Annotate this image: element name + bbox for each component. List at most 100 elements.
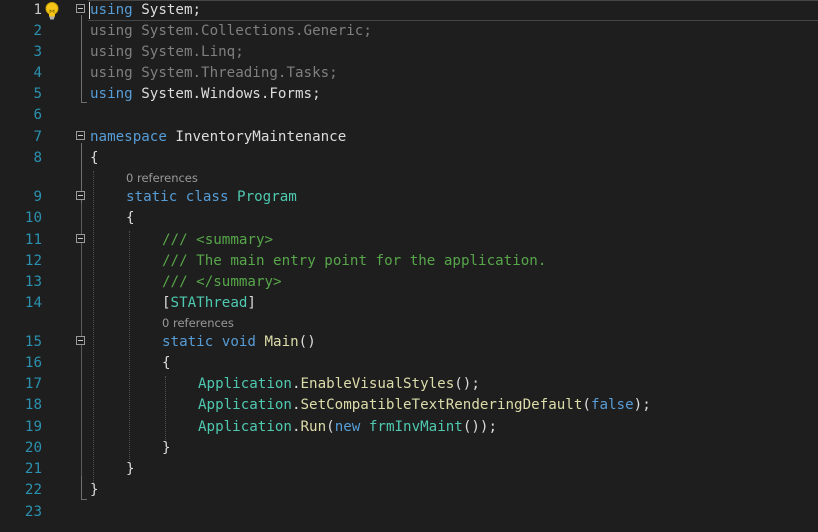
code-line-15[interactable]: 15 static void Main() — [0, 332, 818, 353]
code-text: } — [90, 482, 99, 498]
type-name: Program — [237, 189, 297, 205]
code-line-16[interactable]: 16 { — [0, 353, 818, 374]
line-number: 12 — [24, 253, 42, 269]
code-text: ( — [582, 397, 591, 413]
line-number: 17 — [24, 376, 42, 392]
collapse-icon[interactable] — [76, 131, 85, 140]
line-number: 9 — [33, 189, 42, 205]
codelens-row: 0 references — [0, 314, 818, 332]
keyword: false — [590, 397, 634, 413]
comment: /// — [162, 232, 197, 248]
keyword: using — [90, 23, 133, 39]
code-line-12[interactable]: 12 /// The main entry point for the appl… — [0, 251, 818, 272]
line-number: 3 — [33, 44, 42, 60]
code-line-14[interactable]: 14 [STAThread] — [0, 293, 818, 314]
line-number: 23 — [24, 504, 42, 520]
code-text: ()); — [462, 419, 497, 435]
attribute-name: STAThread — [170, 295, 248, 311]
type-name: Application — [198, 376, 292, 392]
type-name: Application — [198, 397, 292, 413]
keyword: using — [90, 2, 133, 18]
code-line-6[interactable]: 6 — [0, 105, 818, 126]
keyword: static — [126, 189, 178, 205]
code-text: { — [162, 355, 171, 371]
collapse-icon[interactable] — [76, 4, 85, 13]
code-text: ] — [247, 295, 256, 311]
keyword: using — [90, 44, 133, 60]
code-line-7[interactable]: 7 namespace InventoryMaintenance — [0, 127, 818, 148]
code-text: System; — [132, 2, 202, 18]
code-line-9[interactable]: 9 static class Program — [0, 187, 818, 208]
keyword: void — [213, 334, 265, 350]
code-line-19[interactable]: 19 Application.Run(new frmInvMaint()); — [0, 417, 818, 438]
code-text: System.Linq; — [132, 44, 244, 60]
method-name: Main — [264, 334, 299, 350]
text-cursor — [89, 2, 90, 19]
codelens-references[interactable]: 0 references — [126, 169, 198, 187]
code-line-18[interactable]: 18 Application.SetCompatibleTextRenderin… — [0, 395, 818, 416]
method-name: EnableVisualStyles — [300, 376, 455, 392]
line-number: 20 — [24, 440, 42, 456]
line-number: 11 — [24, 232, 42, 248]
comment: <summary> — [196, 232, 274, 248]
code-text: ); — [633, 397, 651, 413]
code-line-17[interactable]: 17 Application.EnableVisualStyles(); — [0, 374, 818, 395]
type-name: frmInvMaint — [368, 419, 463, 435]
code-text: } — [162, 440, 171, 456]
code-text: } — [126, 461, 135, 477]
code-text: System.Threading.Tasks; — [132, 65, 338, 81]
keyword: using — [90, 65, 133, 81]
code-line-1[interactable]: 1 using System; — [0, 0, 818, 21]
collapse-icon[interactable] — [76, 191, 85, 200]
comment: /// The main entry point for the applica… — [162, 253, 547, 269]
line-number: 10 — [24, 210, 42, 226]
code-text: () — [298, 334, 316, 350]
code-line-3[interactable]: 3 using System.Linq; — [0, 42, 818, 63]
keyword: namespace — [90, 129, 167, 145]
lightbulb-icon[interactable] — [43, 1, 61, 21]
keyword: static — [162, 334, 214, 350]
code-text: (); — [454, 376, 480, 392]
code-editor[interactable]: 1 using System; 2 using System.Collectio… — [0, 0, 818, 532]
method-name: Run — [300, 419, 327, 435]
line-number: 19 — [24, 419, 42, 435]
code-line-10[interactable]: 10 { — [0, 208, 818, 229]
code-text: { — [90, 150, 99, 166]
code-text: [ — [162, 295, 171, 311]
line-number: 6 — [33, 107, 42, 123]
line-number: 13 — [24, 274, 42, 290]
codelens-references[interactable]: 0 references — [162, 314, 234, 332]
collapse-icon[interactable] — [76, 234, 85, 243]
comment: </summary> — [196, 274, 282, 290]
code-line-11[interactable]: 11 /// <summary> — [0, 230, 818, 251]
code-line-22[interactable]: 22 } — [0, 480, 818, 501]
code-text: ( — [326, 419, 335, 435]
line-number: 1 — [33, 2, 42, 18]
code-line-2[interactable]: 2 using System.Collections.Generic; — [0, 21, 818, 42]
code-text: . — [291, 397, 301, 413]
line-number: 16 — [24, 355, 42, 371]
line-number: 8 — [33, 150, 42, 166]
line-number: 15 — [24, 334, 42, 350]
code-line-8[interactable]: 8 { — [0, 148, 818, 169]
keyword: new — [334, 419, 361, 435]
code-line-4[interactable]: 4 using System.Threading.Tasks; — [0, 63, 818, 84]
line-number: 7 — [33, 129, 42, 145]
line-number: 21 — [24, 461, 42, 477]
type-name: Application — [198, 419, 292, 435]
keyword: using — [90, 86, 133, 102]
code-text: . — [291, 376, 301, 392]
code-text: { — [126, 210, 135, 226]
code-text: System.Collections.Generic; — [132, 23, 372, 39]
code-line-21[interactable]: 21 } — [0, 459, 818, 480]
code-line-13[interactable]: 13 /// </summary> — [0, 272, 818, 293]
code-line-5[interactable]: 5 using System.Windows.Forms; — [0, 84, 818, 105]
code-line-20[interactable]: 20 } — [0, 438, 818, 459]
collapse-icon[interactable] — [76, 336, 85, 345]
code-text: System.Windows.Forms; — [132, 86, 321, 102]
method-name: SetCompatibleTextRenderingDefault — [300, 397, 583, 413]
comment: /// — [162, 274, 197, 290]
codelens-row: 0 references — [0, 169, 818, 187]
code-line-23[interactable]: 23 — [0, 502, 818, 523]
code-text: InventoryMaintenance — [166, 129, 347, 145]
